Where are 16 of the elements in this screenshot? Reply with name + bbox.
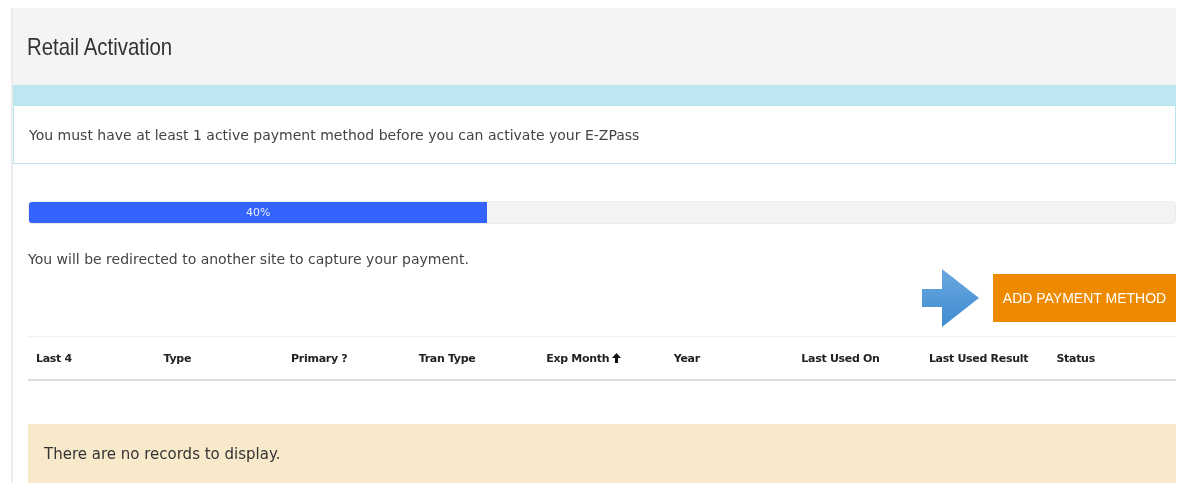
column-header[interactable]: Last Used On <box>793 351 921 365</box>
redirect-note: You will be redirected to another site to capture your payment. <box>28 251 470 267</box>
page-title: Retail Activation <box>27 32 173 61</box>
alert-message: You must have at least 1 active payment method before you can activate your E-ZPass <box>13 106 1176 164</box>
sort-up-icon <box>612 353 622 363</box>
column-header[interactable]: Exp Month <box>538 351 666 365</box>
column-header[interactable]: Year <box>665 351 794 365</box>
column-header[interactable]: Primary ? <box>283 351 411 365</box>
arrow-icon <box>922 269 979 327</box>
column-header[interactable]: Tran Type <box>410 351 539 365</box>
column-header[interactable]: Type <box>155 351 284 365</box>
column-header[interactable]: Status <box>1048 351 1176 365</box>
progress-fill: 40% <box>29 202 488 223</box>
column-header[interactable]: Last 4 <box>28 351 156 365</box>
empty-message: There are no records to display. <box>28 424 1176 483</box>
column-header[interactable]: Last Used Result <box>920 351 1049 365</box>
